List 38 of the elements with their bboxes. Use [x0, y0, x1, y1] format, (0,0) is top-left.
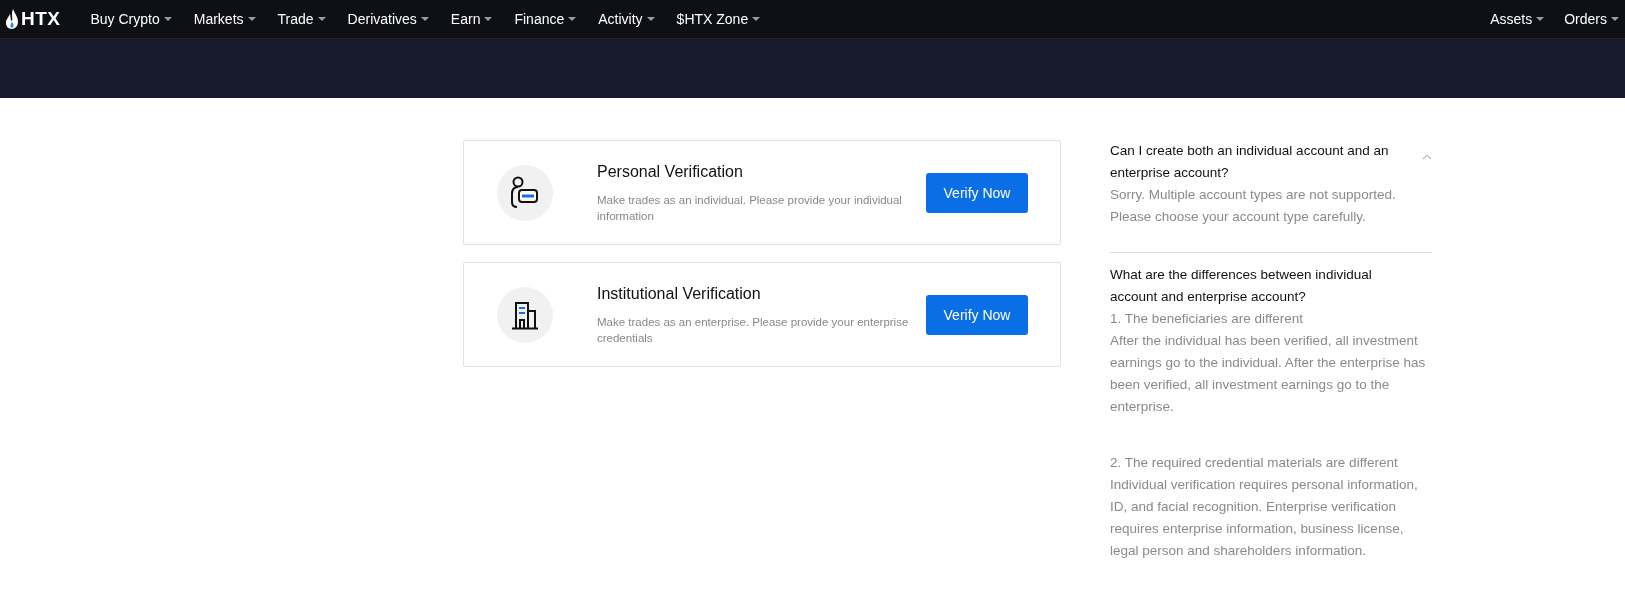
- faq-answer-heading: 1. The beneficiaries are different: [1110, 310, 1305, 328]
- faq-answer-heading: Sorry. Multiple account types are not supported.: [1110, 186, 1397, 204]
- nav-menu-item[interactable]: Orders: [1564, 11, 1619, 27]
- nav-menu-item[interactable]: Assets: [1490, 11, 1545, 27]
- caret-icon: [420, 17, 429, 21]
- faq-question[interactable]: What are the differences between individual account and enterprise account?: [1110, 264, 1400, 308]
- verify-now-button[interactable]: Verify Now: [926, 172, 1028, 213]
- card-title: Institutional Verification: [597, 285, 762, 303]
- card-description: Make trades as an individual. Please provide your individual information: [597, 193, 903, 224]
- chevron-icon[interactable]: [1422, 154, 1432, 160]
- caret-icon: [1536, 17, 1545, 21]
- caret-icon: [163, 17, 172, 21]
- htx-logo[interactable]: HTX: [6, 8, 61, 30]
- caret-icon: [752, 17, 761, 21]
- nav-menu-item[interactable]: Activity: [598, 11, 655, 27]
- nav-menu-item[interactable]: Derivatives: [347, 11, 429, 27]
- faq-question[interactable]: Can I create both an individual account and an enterprise account?: [1110, 140, 1400, 184]
- nav-menu-item[interactable]: $HTX Zone: [676, 11, 761, 27]
- card-title: Personal Verification: [597, 163, 744, 181]
- verify-now-button[interactable]: Verify Now: [926, 294, 1028, 335]
- caret-icon: [317, 17, 326, 21]
- caret-icon: [1611, 17, 1619, 21]
- faq-answer-text: Please choose your account type carefully.: [1110, 208, 1367, 226]
- nav-menu-item[interactable]: Trade: [277, 11, 326, 27]
- logo-text: HTX: [21, 8, 61, 30]
- card-description: Make trades as an enterprise. Please provide your enterprise credentials: [597, 315, 910, 346]
- flame-icon: [6, 9, 18, 29]
- nav-menu-item[interactable]: Finance: [514, 11, 577, 27]
- faq-answer-heading: 2. The required credential materials are different: [1110, 454, 1399, 472]
- caret-icon: [568, 17, 577, 21]
- faq-answer-text: Individual verification requires personal information, ID, and facial recognition. Enterprise verification requires enterprise information, business license, legal person and shareholders information.: [1110, 476, 1419, 560]
- nav-menu-item[interactable]: Earn: [450, 11, 493, 27]
- caret-icon: [484, 17, 493, 21]
- faq-answer-text: After the individual has been verified, all investment earnings go to the individual. After the enterprise has been verified, all investment earnings go to the enterprise.: [1110, 332, 1427, 416]
- caret-icon: [247, 17, 256, 21]
- caret-icon: [646, 17, 655, 21]
- nav-menu-item[interactable]: Markets: [193, 11, 256, 27]
- nav-menu-item[interactable]: Buy Crypto: [90, 11, 172, 27]
